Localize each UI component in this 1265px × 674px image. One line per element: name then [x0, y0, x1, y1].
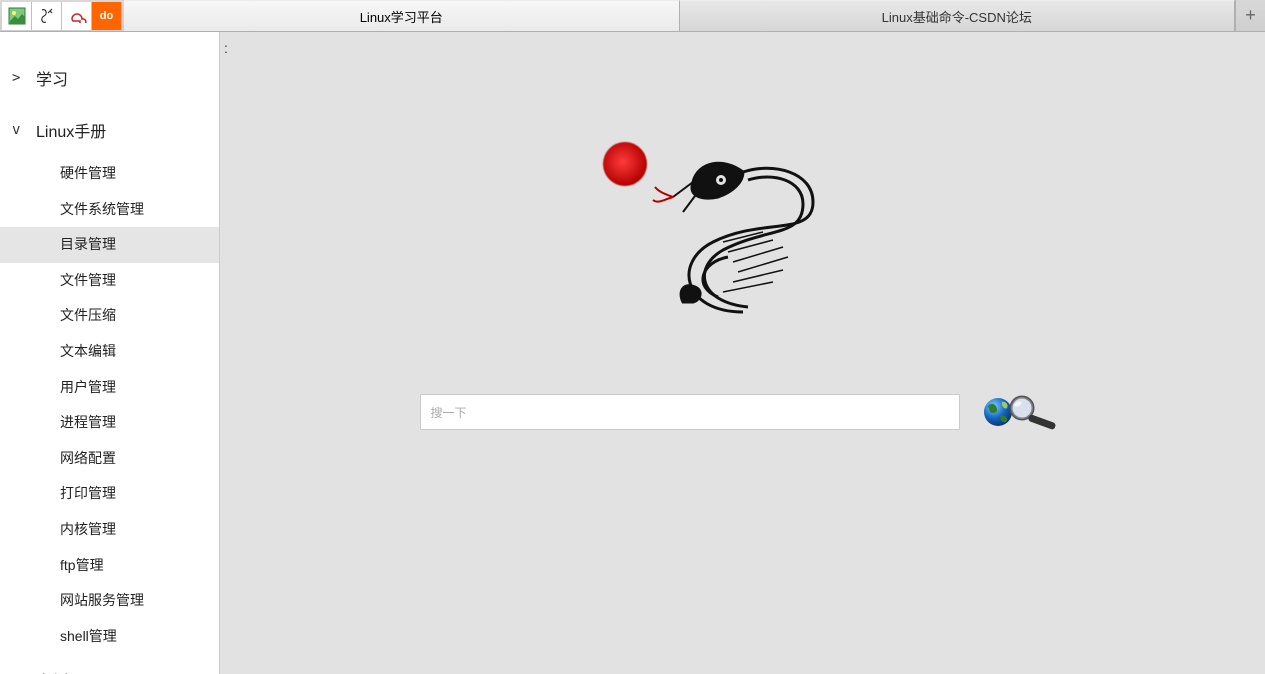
sidebar-item-label: 内核管理 [60, 521, 116, 537]
tabbar-app-icons: do [0, 0, 124, 31]
tab-add-button[interactable]: + [1235, 0, 1265, 31]
app-icon-do[interactable]: do [92, 2, 122, 30]
sidebar-item-hardware[interactable]: 硬件管理 [0, 156, 219, 192]
sidebar-item-ftp[interactable]: ftp管理 [0, 548, 219, 584]
sidebar-section-examples: > 实例 [0, 654, 219, 674]
sidebar[interactable]: > 学习 v Linux手册 硬件管理 文件系统管理 目录管理 文件管理 文件压… [0, 32, 220, 674]
section-label: 学习 [36, 66, 68, 90]
sidebar-item-print[interactable]: 打印管理 [0, 476, 219, 512]
sidebar-section-study: > 学习 [0, 52, 219, 104]
tab-label: Linux学习平台 [360, 7, 443, 26]
sidebar-item-text-edit[interactable]: 文本编辑 [0, 334, 219, 370]
main-content: : [220, 32, 1265, 674]
sidebar-item-filesystem[interactable]: 文件系统管理 [0, 192, 219, 228]
sidebar-item-label: ftp管理 [60, 557, 104, 573]
section-items-linux-manual: 硬件管理 文件系统管理 目录管理 文件管理 文件压缩 文本编辑 用户管理 进程管… [0, 156, 219, 654]
section-label: Linux手册 [36, 118, 106, 142]
sidebar-item-label: 文件管理 [60, 272, 116, 288]
sidebar-item-label: 文本编辑 [60, 343, 116, 359]
tab-csdn-forum[interactable]: Linux基础命令-CSDN论坛 [680, 0, 1236, 31]
browser-tab-bar: do Linux学习平台 Linux基础命令-CSDN论坛 + [0, 0, 1265, 32]
sidebar-item-shell[interactable]: shell管理 [0, 619, 219, 655]
sidebar-item-label: shell管理 [60, 628, 117, 644]
sidebar-item-label: 文件压缩 [60, 307, 116, 323]
sidebar-item-label: 进程管理 [60, 414, 116, 430]
tab-linux-learning[interactable]: Linux学习平台 [124, 0, 680, 31]
app-icon-2[interactable] [32, 2, 62, 30]
sidebar-item-label: 用户管理 [60, 379, 116, 395]
search-globe-icon[interactable] [980, 392, 1066, 432]
search-row [420, 392, 1066, 432]
sidebar-item-label: 打印管理 [60, 485, 116, 501]
app-icon-1[interactable] [2, 2, 32, 30]
sidebar-item-user[interactable]: 用户管理 [0, 370, 219, 406]
section-header-examples[interactable]: > 实例 [0, 654, 219, 674]
section-label: 实例 [36, 668, 68, 674]
sidebar-item-file[interactable]: 文件管理 [0, 263, 219, 299]
tab-label: Linux基础命令-CSDN论坛 [882, 7, 1032, 26]
snake-logo-icon [623, 142, 863, 332]
sidebar-item-label: 网站服务管理 [60, 592, 144, 608]
section-header-linux-manual[interactable]: v Linux手册 [0, 104, 219, 156]
sidebar-item-label: 目录管理 [60, 236, 116, 252]
content-marker: : [224, 40, 228, 56]
app-icon-3[interactable] [62, 2, 92, 30]
sidebar-item-label: 硬件管理 [60, 165, 116, 181]
sidebar-item-label: 网络配置 [60, 450, 116, 466]
section-header-study[interactable]: > 学习 [0, 52, 219, 104]
sidebar-item-process[interactable]: 进程管理 [0, 405, 219, 441]
caret-collapsed-icon: > [12, 70, 30, 86]
sidebar-item-file-compress[interactable]: 文件压缩 [0, 298, 219, 334]
search-input[interactable] [420, 394, 960, 430]
logo-area [593, 132, 893, 342]
sidebar-item-label: 文件系统管理 [60, 201, 144, 217]
sidebar-section-linux-manual: v Linux手册 硬件管理 文件系统管理 目录管理 文件管理 文件压缩 文本编… [0, 104, 219, 654]
caret-expanded-icon: v [12, 122, 30, 138]
sidebar-item-network[interactable]: 网络配置 [0, 441, 219, 477]
app-body: > 学习 v Linux手册 硬件管理 文件系统管理 目录管理 文件管理 文件压… [0, 32, 1265, 674]
sidebar-item-kernel[interactable]: 内核管理 [0, 512, 219, 548]
sidebar-item-directory[interactable]: 目录管理 [0, 227, 219, 263]
sidebar-item-website[interactable]: 网站服务管理 [0, 583, 219, 619]
red-dot-icon [603, 142, 647, 186]
